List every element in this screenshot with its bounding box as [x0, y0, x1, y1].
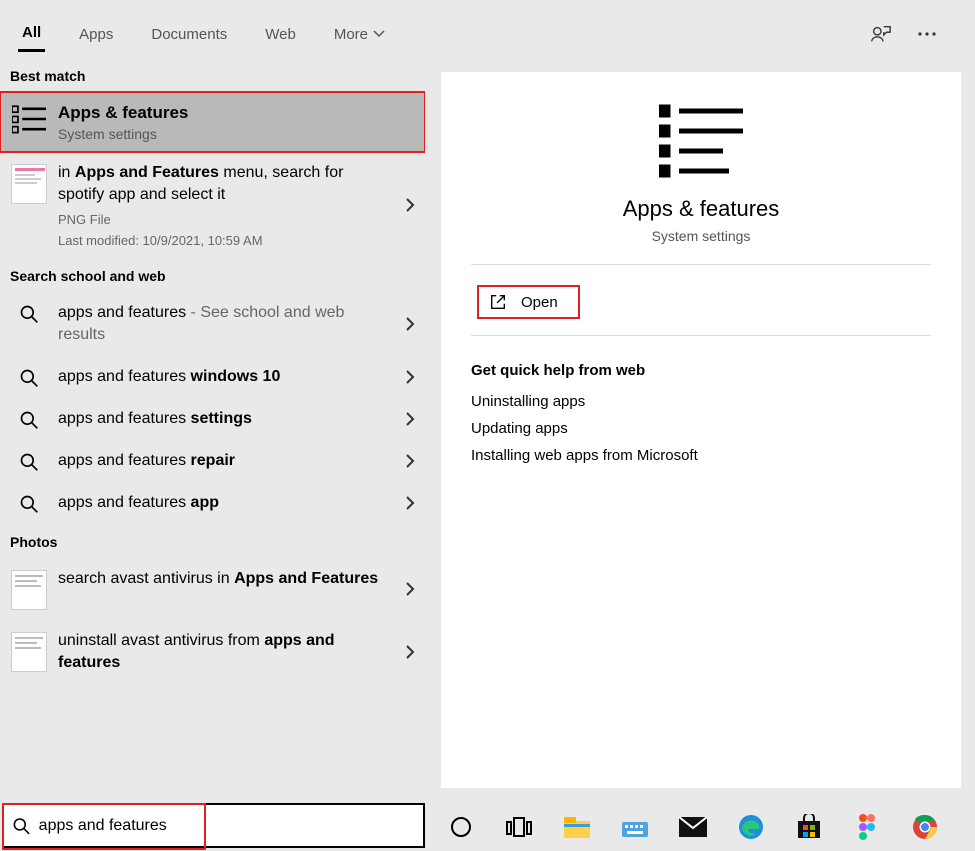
taskbar-search-box[interactable] — [2, 803, 425, 848]
apps-features-icon — [659, 102, 743, 178]
search-filter-tabs: All Apps Documents Web More — [0, 0, 975, 58]
tab-all[interactable]: All — [18, 16, 45, 52]
result-photo-0[interactable]: search avast antivirus in Apps and Featu… — [0, 558, 425, 620]
preview-subtitle: System settings — [471, 228, 931, 244]
file-thumbnail-icon — [11, 570, 47, 610]
result-title: apps and features settings — [58, 408, 390, 430]
result-title: in Apps and Features menu, search for sp… — [58, 162, 390, 206]
result-file-png[interactable]: in Apps and Features menu, search for sp… — [0, 152, 425, 258]
taskbar-edge-icon[interactable] — [737, 813, 765, 841]
taskbar-taskview-icon[interactable] — [505, 813, 533, 841]
result-web-1[interactable]: apps and features windows 10 — [0, 356, 425, 398]
chevron-right-icon — [405, 369, 415, 385]
taskbar-mail-icon[interactable] — [679, 813, 707, 841]
tab-more-label: More — [334, 26, 368, 43]
tab-web[interactable]: Web — [261, 18, 300, 51]
result-subtitle: System settings — [58, 126, 390, 142]
result-apps-and-features[interactable]: Apps & features System settings — [0, 92, 425, 152]
result-web-0[interactable]: apps and features - See school and web r… — [0, 292, 425, 356]
chevron-right-icon — [405, 197, 415, 213]
taskbar — [0, 802, 975, 851]
chevron-right-icon — [405, 411, 415, 427]
section-photos: Photos — [0, 524, 425, 558]
taskbar-file-explorer-icon[interactable] — [563, 813, 591, 841]
more-options-icon[interactable] — [917, 24, 937, 44]
help-link-update[interactable]: Updating apps — [471, 420, 931, 437]
feedback-icon[interactable] — [870, 23, 892, 45]
result-title: search avast antivirus in Apps and Featu… — [58, 568, 390, 590]
chevron-right-icon — [405, 316, 415, 332]
taskbar-store-icon[interactable] — [795, 813, 823, 841]
taskbar-keyboard-icon[interactable] — [621, 813, 649, 841]
chevron-right-icon — [405, 644, 415, 660]
chevron-right-icon — [405, 453, 415, 469]
result-title: apps and features repair — [58, 450, 390, 472]
taskbar-figma-icon[interactable] — [853, 813, 881, 841]
search-icon — [19, 494, 39, 514]
tab-documents[interactable]: Documents — [147, 18, 231, 51]
result-web-4[interactable]: apps and features app — [0, 482, 425, 524]
result-web-3[interactable]: apps and features repair — [0, 440, 425, 482]
tab-apps[interactable]: Apps — [75, 18, 117, 51]
chevron-down-icon — [373, 30, 385, 38]
open-label: Open — [521, 294, 558, 311]
result-title: uninstall avast antivirus from apps and … — [58, 630, 390, 674]
result-title: apps and features windows 10 — [58, 366, 390, 388]
chevron-right-icon — [405, 495, 415, 511]
search-icon — [19, 410, 39, 430]
section-search-web: Search school and web — [0, 258, 425, 292]
result-modified: Last modified: 10/9/2021, 10:59 AM — [58, 233, 390, 248]
section-best-match: Best match — [0, 58, 425, 92]
preview-panel: Apps & features System settings Open Get… — [441, 72, 961, 788]
file-thumbnail-icon — [11, 164, 47, 204]
result-filetype: PNG File — [58, 212, 390, 227]
result-title: Apps & features — [58, 102, 390, 124]
taskbar-cortana-icon[interactable] — [447, 813, 475, 841]
taskbar-chrome-icon[interactable] — [911, 813, 939, 841]
result-title: apps and features app — [58, 492, 390, 514]
open-button[interactable]: Open — [477, 285, 580, 319]
search-input[interactable] — [39, 817, 415, 835]
search-icon — [12, 816, 31, 836]
chevron-right-icon — [405, 581, 415, 597]
result-photo-1[interactable]: uninstall avast antivirus from apps and … — [0, 620, 425, 684]
search-results-list: Best match Apps & features System settin… — [0, 58, 425, 802]
result-title: apps and features - See school and web r… — [58, 302, 390, 346]
result-web-2[interactable]: apps and features settings — [0, 398, 425, 440]
settings-list-icon — [12, 104, 46, 134]
preview-title: Apps & features — [471, 196, 931, 222]
search-icon — [19, 368, 39, 388]
open-icon — [489, 293, 507, 311]
search-icon — [19, 304, 39, 324]
tab-more[interactable]: More — [330, 18, 389, 51]
file-thumbnail-icon — [11, 632, 47, 672]
help-link-webapps[interactable]: Installing web apps from Microsoft — [471, 447, 931, 464]
help-heading: Get quick help from web — [471, 362, 931, 379]
help-link-uninstall[interactable]: Uninstalling apps — [471, 393, 931, 410]
search-icon — [19, 452, 39, 472]
